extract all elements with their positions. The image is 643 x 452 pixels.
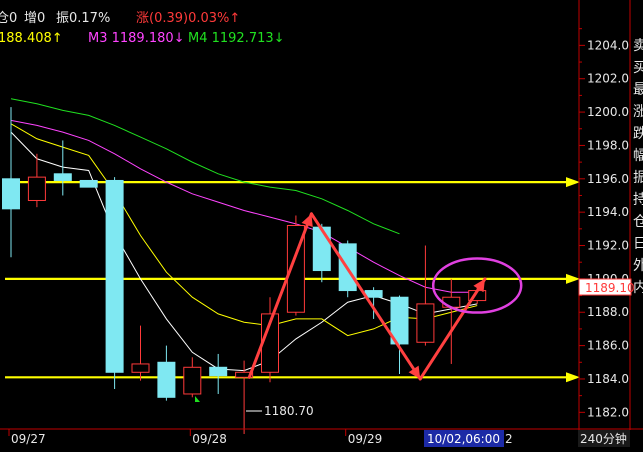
y-tick-label: 1202.0 [587,72,629,86]
y-tick-label: 1204.0 [587,38,629,52]
candle-body [209,366,228,377]
level-arrow-icon [566,372,580,383]
header-zeng: 增0 [24,11,45,26]
side-panel-char: 买 [633,60,643,76]
candle-body [157,361,176,398]
candle-body [416,303,435,343]
side-panel-char: 振 [633,170,643,186]
side-panel-char: 卖 [633,38,643,54]
side-panel-char: 持 [633,192,643,208]
cursor-date: 10/02,06:00 [427,432,500,446]
candle-body [79,179,98,188]
side-panel-char: 外 [633,258,643,274]
y-tick-label: 1192.0 [587,239,629,253]
low-label: 1180.70 [264,404,314,418]
side-panel-char: 跌 [633,126,643,142]
candle [286,215,305,316]
candle [105,177,124,389]
candle [209,353,228,394]
level-arrow-icon [566,177,580,188]
ma-line-m4 [10,98,400,235]
candle [416,245,435,346]
y-tick-label: 1184.0 [587,372,629,386]
candle-body [105,179,124,373]
candle [157,345,176,401]
x-tick-label: 09/29 [348,432,383,446]
side-panel-char: 日 [633,236,643,252]
period-selector[interactable]: 240分钟 [580,431,627,446]
candle-body [131,363,150,373]
candle [364,287,383,319]
candle [2,107,20,258]
header-ma4: M4 1192.713↓ [188,31,285,46]
y-tick-label: 1188.0 [587,305,629,319]
candlestick-chart[interactable]: 仓0 增0 振0.17% 涨(0.39)0.03%↑ 188.408↑ M3 1… [0,0,643,448]
candle [312,223,331,283]
current-price-tag: 1189.10 [578,278,635,296]
header-ma2: 188.408↑ [0,31,63,46]
candle-body [183,366,202,395]
side-panel-char: 仓 [633,214,643,230]
x-tick-label: 09/27 [11,432,46,446]
candle-body [27,176,46,201]
green-cursor-arrow-icon [195,396,200,402]
side-panel-char: 最 [633,82,643,98]
y-tick-label: 1196.0 [587,172,629,186]
header-zhang: 涨(0.39)0.03%↑ [136,11,240,26]
side-panel-char: 涨 [633,104,643,120]
y-tick-label: 1186.0 [587,339,629,353]
y-tick-label: 1198.0 [587,138,629,152]
candle [183,357,202,398]
level-arrow-icon [566,273,580,284]
x-tick-label: 09/28 [192,432,227,446]
side-panel-char: 幅 [633,148,643,164]
candle [27,153,46,208]
header-zhen: 振0.17% [56,11,110,26]
chart-stage[interactable]: 仓0 增0 振0.17% 涨(0.39)0.03%↑ 188.408↑ M3 1… [0,0,643,448]
y-tick-label: 1182.0 [587,405,629,419]
candle [79,179,98,188]
candle-body [312,226,331,272]
candle [131,325,150,381]
candle-body [53,173,72,181]
candle-body [2,178,20,210]
header-pos: 仓0 [0,11,17,26]
footer-trail: 2 [505,432,513,446]
current-price-text: 1189.10 [585,281,635,295]
zigzag-segment [309,212,422,381]
candle [390,295,409,374]
y-tick-label: 1200.0 [587,105,629,119]
candle-body [364,290,383,298]
y-tick-label: 1194.0 [587,205,629,219]
ma-line-m3 [10,119,478,293]
header-ma3: M3 1189.180↓ [88,31,185,46]
candle-body [442,296,461,308]
